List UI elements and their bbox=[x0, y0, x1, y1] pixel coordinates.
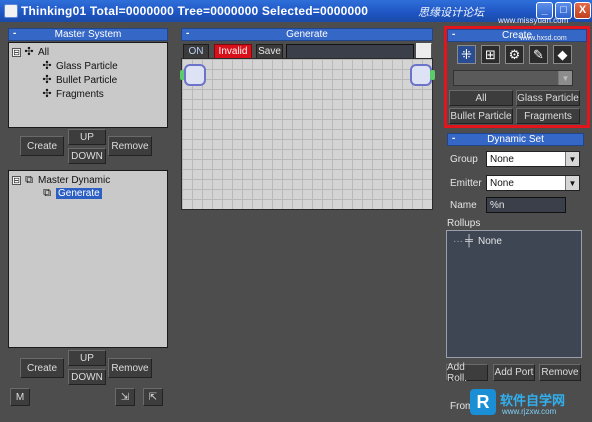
group-label: Group bbox=[450, 154, 478, 165]
close-button[interactable]: X bbox=[574, 2, 591, 19]
dynamic-set-header[interactable]: - Dynamic Set bbox=[447, 133, 584, 146]
down-dynamic-button[interactable]: DOWN bbox=[68, 369, 106, 385]
particle-icon: ✣ bbox=[42, 60, 52, 72]
watermark-text: 思缘设计论坛 bbox=[418, 7, 484, 19]
master-dynamic-tree[interactable]: ⊟ ⧉ Master Dynamic ⧉ Generate bbox=[8, 170, 168, 348]
node-input[interactable] bbox=[184, 64, 206, 86]
group-dropdown[interactable]: None ▼ bbox=[486, 151, 580, 167]
chevron-down-icon[interactable]: ▼ bbox=[565, 176, 579, 190]
rollups-label: Rollups bbox=[447, 218, 481, 229]
logo-url: www.rjzxw.com bbox=[502, 407, 557, 416]
app-icon bbox=[4, 4, 18, 18]
emitter-dropdown[interactable]: None ▼ bbox=[486, 175, 580, 191]
tree-item-all[interactable]: ⊟ ✣ All bbox=[12, 46, 49, 58]
maximize-button[interactable]: □ bbox=[555, 2, 572, 19]
up-system-button[interactable]: UP bbox=[68, 129, 106, 145]
add-port-button[interactable]: Add Port bbox=[493, 364, 535, 381]
master-system-header[interactable]: - Master System bbox=[8, 28, 168, 41]
emitter-value: None bbox=[490, 177, 514, 189]
dynamic-set-icon: ⧉ bbox=[25, 174, 33, 186]
tree-line-icon: ··· bbox=[453, 235, 463, 247]
remove-rollup-button[interactable]: Remove bbox=[539, 364, 581, 381]
collapse-icon[interactable]: - bbox=[186, 28, 189, 39]
tree-item-master-dynamic[interactable]: ⊟ ⧉ Master Dynamic bbox=[12, 174, 110, 186]
tree-item-glass-particle[interactable]: ✣ Glass Particle bbox=[41, 60, 118, 72]
node-graph-canvas[interactable] bbox=[181, 58, 433, 210]
generate-expand-button[interactable] bbox=[416, 43, 432, 59]
generate-header[interactable]: - Generate bbox=[181, 28, 433, 41]
emitter-label: Emitter bbox=[450, 178, 482, 189]
highlight-frame bbox=[444, 26, 590, 128]
name-label: Name bbox=[450, 200, 477, 211]
add-roll-button[interactable]: Add Roll. bbox=[446, 362, 488, 384]
rollup-item-none[interactable]: ··· ╪ None bbox=[453, 235, 502, 247]
collapse-icon[interactable]: - bbox=[13, 28, 16, 39]
tree-item-label: Glass Particle bbox=[56, 60, 118, 72]
tree-item-label: Master Dynamic bbox=[38, 174, 111, 186]
tree-item-generate[interactable]: ⧉ Generate bbox=[41, 187, 102, 199]
tree-item-label-selected: Generate bbox=[56, 187, 102, 199]
master-system-title: Master System bbox=[54, 29, 122, 40]
generate-title: Generate bbox=[286, 29, 328, 40]
create-system-button[interactable]: Create bbox=[20, 136, 64, 156]
dynamic-set-title: Dynamic Set bbox=[487, 134, 544, 145]
tree-item-label: All bbox=[38, 46, 50, 58]
rollups-list[interactable]: ··· ╪ None bbox=[446, 230, 582, 358]
rollup-item-label: None bbox=[478, 235, 502, 247]
generate-name-field[interactable] bbox=[286, 44, 414, 59]
name-field[interactable]: %n bbox=[486, 197, 566, 213]
chevron-down-icon[interactable]: ▼ bbox=[565, 152, 579, 166]
on-toggle-button[interactable]: ON bbox=[183, 44, 209, 59]
collapse-tree-icon[interactable]: ⊟ bbox=[12, 175, 21, 185]
tree-item-fragments[interactable]: ✣ Fragments bbox=[41, 88, 104, 100]
particle-icon: ✣ bbox=[42, 88, 52, 100]
minimize-button[interactable]: _ bbox=[536, 2, 553, 19]
particle-system-icon: ✣ bbox=[24, 46, 34, 58]
tree-item-label: Fragments bbox=[56, 88, 104, 100]
master-system-tree[interactable]: ⊟ ✣ All ✣ Glass Particle ✣ Bullet Partic… bbox=[8, 42, 168, 128]
node-move-left-icon[interactable]: ⇲ bbox=[115, 388, 135, 406]
dynamic-set-icon: ⧉ bbox=[43, 187, 51, 199]
down-system-button[interactable]: DOWN bbox=[68, 148, 106, 164]
logo-badge: R bbox=[470, 389, 496, 415]
node-output-connector[interactable] bbox=[430, 70, 435, 80]
up-dynamic-button[interactable]: UP bbox=[68, 350, 106, 366]
node-output[interactable] bbox=[410, 64, 432, 86]
rollup-node-icon: ╪ bbox=[465, 235, 473, 247]
m-button[interactable]: M bbox=[10, 388, 30, 406]
node-move-right-icon[interactable]: ⇱ bbox=[143, 388, 163, 406]
save-button[interactable]: Save bbox=[256, 44, 283, 59]
create-dynamic-button[interactable]: Create bbox=[20, 358, 64, 378]
particle-icon: ✣ bbox=[42, 74, 52, 86]
window-title: Thinking01 Total=0000000 Tree=0000000 Se… bbox=[21, 4, 369, 18]
remove-dynamic-button[interactable]: Remove bbox=[108, 358, 152, 378]
invalid-button[interactable]: Invalid bbox=[214, 44, 252, 59]
tree-item-label: Bullet Particle bbox=[56, 74, 118, 86]
collapse-tree-icon[interactable]: ⊟ bbox=[12, 47, 21, 57]
collapse-icon[interactable]: - bbox=[452, 133, 455, 144]
group-value: None bbox=[490, 153, 514, 165]
tree-item-bullet-particle[interactable]: ✣ Bullet Particle bbox=[41, 74, 117, 86]
remove-system-button[interactable]: Remove bbox=[108, 136, 152, 156]
